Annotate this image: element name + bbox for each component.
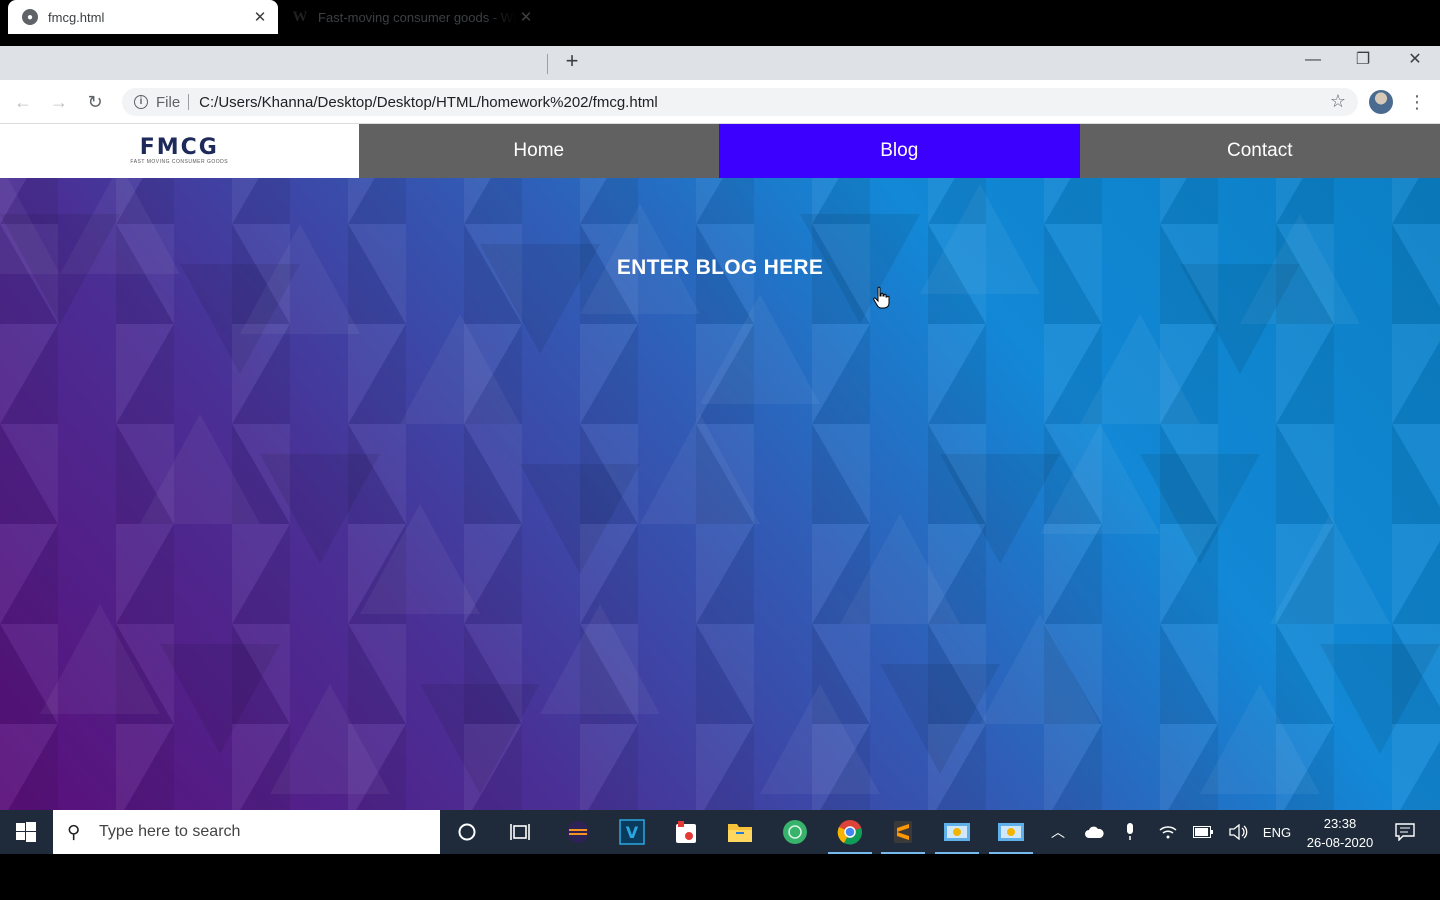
chevron-up-icon[interactable]: ︿ bbox=[1046, 810, 1070, 854]
minimize-button[interactable]: — bbox=[1288, 46, 1338, 76]
start-button[interactable] bbox=[0, 810, 52, 854]
scheme-label: File bbox=[156, 93, 181, 111]
battery-icon[interactable] bbox=[1190, 810, 1216, 854]
site-logo[interactable]: FMCG FAST MOVING CONSUMER GOODS bbox=[0, 124, 359, 178]
search-icon: ⚲ bbox=[67, 821, 81, 842]
cortana-icon[interactable] bbox=[453, 818, 481, 846]
site-navbar: FMCG FAST MOVING CONSUMER GOODS Home Blo… bbox=[0, 124, 1440, 178]
notification-center-icon[interactable] bbox=[1392, 810, 1418, 854]
restore-button[interactable]: ❐ bbox=[1338, 46, 1388, 76]
windows-taskbar: ⚲ Type here to search V ︿ ENG 23:38 26-0… bbox=[0, 810, 1440, 854]
volume-icon[interactable] bbox=[1226, 810, 1252, 854]
microphone-icon[interactable] bbox=[1118, 810, 1142, 854]
letterbox-bottom bbox=[0, 854, 1440, 900]
svg-text:V: V bbox=[626, 823, 639, 842]
nav-contact-link[interactable]: Contact bbox=[1079, 124, 1440, 178]
nav-home-link[interactable]: Home bbox=[358, 124, 719, 178]
address-bar[interactable]: i File C:/Users/Khanna/Desktop/Desktop/H… bbox=[122, 88, 1358, 116]
tab-close-icon[interactable]: ✕ bbox=[250, 8, 270, 26]
eclipse-icon[interactable] bbox=[564, 818, 592, 846]
system-clock[interactable]: 23:38 26-08-2020 bbox=[1298, 814, 1382, 852]
logo-tagline: FAST MOVING CONSUMER GOODS bbox=[130, 159, 229, 165]
sublime-text-icon[interactable] bbox=[881, 818, 925, 854]
hand-cursor-icon bbox=[873, 286, 890, 309]
wikipedia-icon: W bbox=[292, 8, 308, 25]
tab-title: fmcg.html bbox=[48, 9, 105, 25]
language-indicator[interactable]: ENG bbox=[1260, 810, 1294, 854]
tab-close-icon[interactable]: ✕ bbox=[516, 8, 536, 26]
nav-blog-link[interactable]: Blog bbox=[719, 124, 1080, 178]
taskbar-search-box[interactable]: ⚲ Type here to search bbox=[53, 810, 440, 854]
vs-code-icon[interactable]: V bbox=[618, 818, 646, 846]
profile-avatar[interactable] bbox=[1369, 90, 1393, 114]
file-explorer-icon[interactable] bbox=[726, 818, 754, 846]
tab-separator bbox=[547, 54, 548, 74]
tab-fmcg[interactable]: ● fmcg.html ✕ bbox=[8, 0, 278, 34]
tab-title: Fast-moving consumer goods - Wikipedia bbox=[318, 9, 516, 25]
media-app-icon[interactable] bbox=[672, 818, 700, 846]
paint-app-icon-2[interactable] bbox=[989, 818, 1033, 854]
info-icon[interactable]: i bbox=[134, 95, 148, 109]
close-window-button[interactable]: ✕ bbox=[1390, 46, 1440, 76]
triangle-pattern-background bbox=[0, 164, 1440, 794]
omnibox-divider bbox=[188, 94, 190, 110]
globe-icon: ● bbox=[22, 9, 38, 25]
chrome-icon[interactable] bbox=[828, 818, 872, 854]
logo-title: FMCG bbox=[139, 135, 219, 160]
onedrive-cloud-icon[interactable] bbox=[1082, 810, 1106, 854]
clock-time: 23:38 bbox=[1323, 816, 1357, 831]
menu-kebab-icon[interactable]: ⋮ bbox=[1408, 90, 1426, 114]
page-viewport: FMCG FAST MOVING CONSUMER GOODS Home Blo… bbox=[0, 124, 1440, 810]
back-arrow-icon[interactable]: ← bbox=[11, 90, 35, 114]
clock-date: 26-08-2020 bbox=[1306, 835, 1374, 850]
blog-heading: ENTER BLOG HERE bbox=[616, 256, 824, 279]
windows-logo-icon bbox=[16, 822, 36, 842]
search-placeholder: Type here to search bbox=[99, 823, 241, 840]
forward-arrow-icon[interactable]: → bbox=[47, 90, 71, 114]
tab-strip bbox=[0, 46, 1440, 80]
url-text[interactable]: C:/Users/Khanna/Desktop/Desktop/HTML/hom… bbox=[199, 94, 658, 111]
wifi-icon[interactable] bbox=[1156, 810, 1180, 854]
new-tab-button[interactable]: + bbox=[560, 50, 584, 74]
screen: ● fmcg.html ✕ W Fast-moving consumer goo… bbox=[0, 0, 1440, 900]
reload-icon[interactable]: ↻ bbox=[83, 90, 107, 114]
bookmark-star-icon[interactable]: ☆ bbox=[1330, 91, 1346, 112]
task-view-icon[interactable] bbox=[507, 818, 535, 846]
tab-wikipedia[interactable]: W Fast-moving consumer goods - Wikipedia… bbox=[282, 0, 544, 34]
paint-app-icon[interactable] bbox=[935, 818, 979, 854]
green-app-icon[interactable] bbox=[781, 818, 809, 846]
